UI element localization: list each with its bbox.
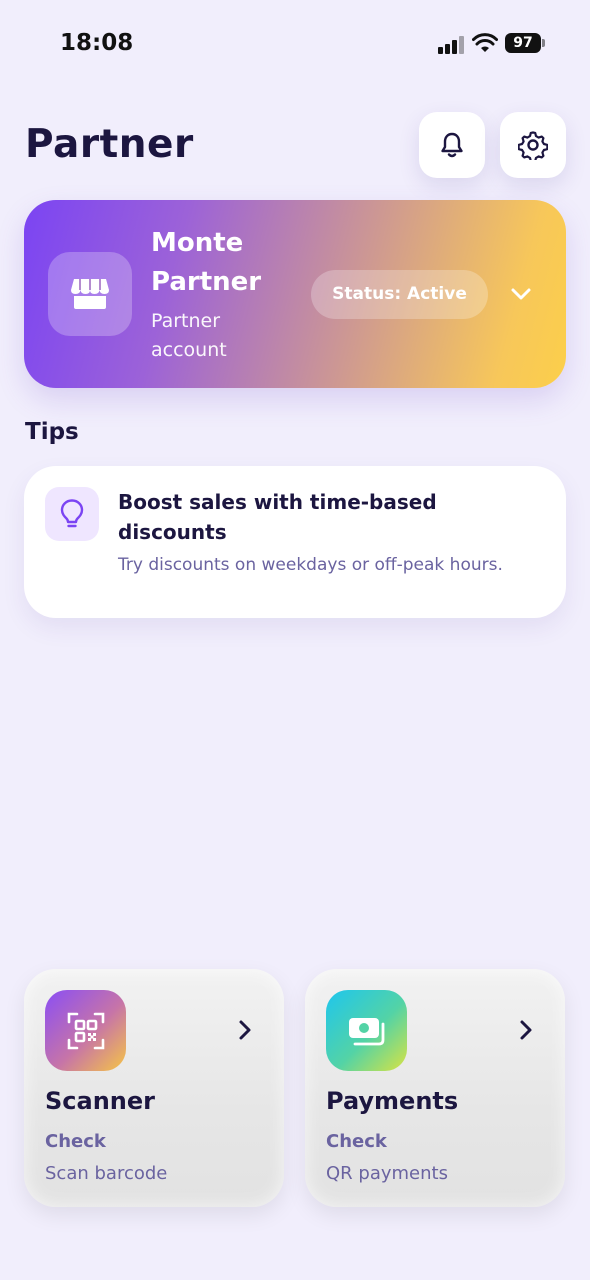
battery-tip (542, 39, 545, 47)
chevron-right-icon (239, 1020, 251, 1040)
status-time: 18:08 (60, 30, 134, 56)
settings-button[interactable] (500, 112, 566, 178)
wifi-icon (472, 33, 498, 52)
scanner-subtitle: Scan barcode (45, 1163, 168, 1184)
partner-name: Monte Partner (151, 228, 262, 297)
scanner-card[interactable]: Scanner Check Scan barcode (24, 969, 284, 1207)
payments-subtitle: QR payments (326, 1163, 448, 1184)
status-badge[interactable]: Status: Active (311, 270, 488, 319)
tip-body: Try discounts on weekdays or off-peak ho… (118, 555, 503, 575)
payments-card[interactable]: Payments Check QR payments (305, 969, 565, 1207)
gear-icon (518, 131, 548, 160)
bell-icon (441, 132, 463, 158)
notifications-button[interactable] (419, 112, 485, 178)
store-icon (71, 279, 109, 309)
qr-scan-icon (67, 1012, 104, 1049)
payments-title: Payments (326, 1087, 459, 1115)
store-icon-tile (48, 252, 132, 336)
tip-icon-tile (45, 487, 99, 541)
page-title: Partner (25, 122, 194, 167)
partner-account-type: Partner account (151, 310, 227, 361)
scanner-title: Scanner (45, 1087, 155, 1115)
payments-label: Check (326, 1131, 387, 1152)
money-icon (348, 1017, 384, 1045)
battery-icon: 97 (505, 33, 541, 53)
partner-card[interactable]: Monte Partner Partner account Status: Ac… (24, 200, 566, 388)
chevron-right-icon (520, 1020, 532, 1040)
tip-title: Boost sales with time-based discounts (118, 490, 437, 544)
tips-section-title: Tips (25, 419, 79, 445)
chevron-down-icon[interactable] (509, 282, 533, 306)
signal-icon (438, 36, 464, 54)
payments-icon-tile (326, 990, 407, 1071)
lightbulb-icon (60, 499, 84, 528)
scanner-icon-tile (45, 990, 126, 1071)
scanner-label: Check (45, 1131, 106, 1152)
status-bar: 18:08 97 (0, 0, 590, 88)
tip-card[interactable]: Boost sales with time-based discounts Tr… (24, 466, 566, 618)
